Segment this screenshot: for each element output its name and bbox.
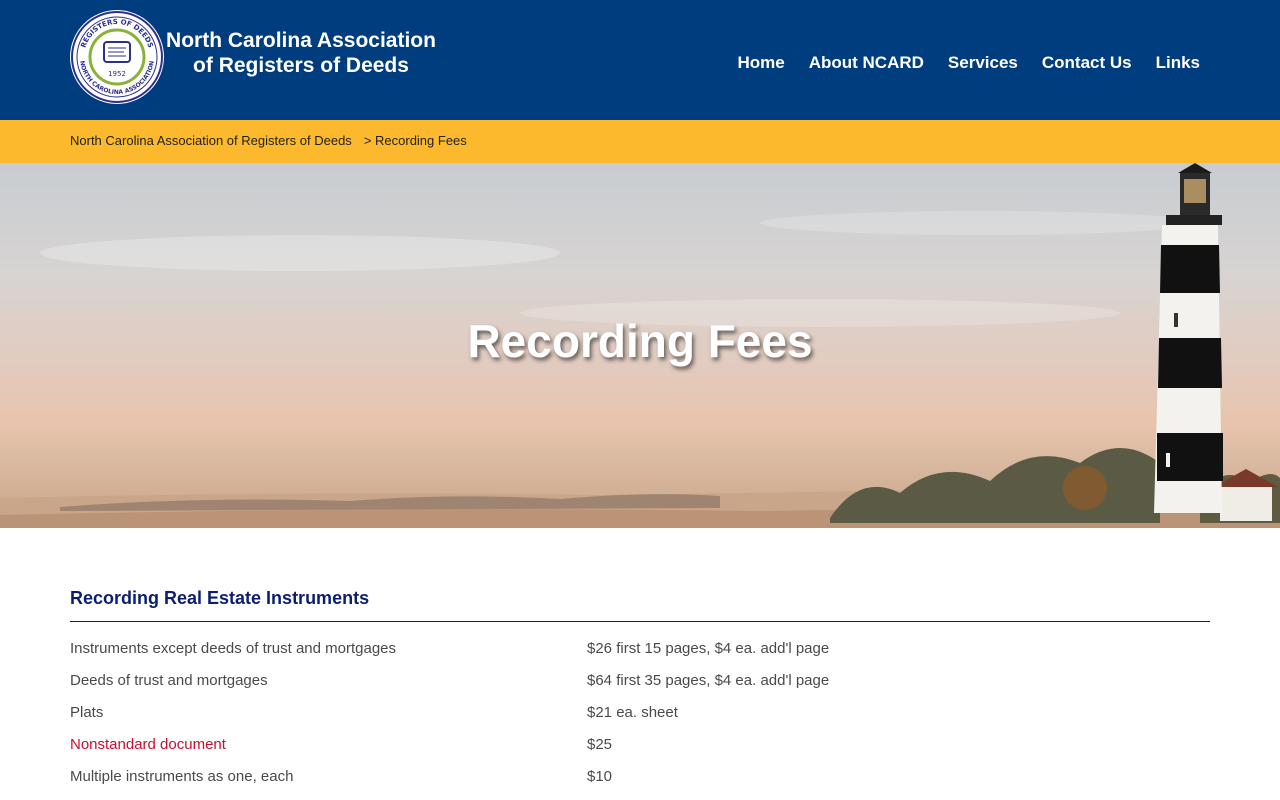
nav-services[interactable]: Services [948,52,1018,74]
fee-row: Instruments except deeds of trust and mo… [70,632,1210,664]
fee-row-value: $21 ea. sheet [587,703,678,721]
breadcrumb-current: > Recording Fees [363,133,467,148]
fee-row-label: Plats [70,703,104,721]
fee-row-value: $25 [587,735,613,753]
nav-links[interactable]: Links [1156,52,1200,74]
fee-row-label: Instruments except deeds of trust and mo… [70,639,397,657]
nav-home[interactable]: Home [737,52,784,74]
nav-about-ncard[interactable]: About NCARD [809,52,924,74]
fee-row: Multiple instruments as one, each $10 [70,760,1210,792]
site-title[interactable]: North Carolina Association of Registers … [166,28,436,78]
fee-row: Plats $21 ea. sheet [70,696,1210,728]
section-divider [70,621,1210,622]
fee-row-label: Deeds of trust and mortgages [70,671,268,689]
site-header: REGISTERS OF DEEDS NORTH CAROLINA ASSOCI… [0,0,1280,120]
breadcrumb-home-link[interactable]: North Carolina Association of Registers … [70,133,352,148]
site-title-line1: North Carolina Association [166,29,436,52]
seal-icon: REGISTERS OF DEEDS NORTH CAROLINA ASSOCI… [71,11,163,103]
page-title: Recording Fees [467,315,813,367]
nav-contact-us[interactable]: Contact Us [1042,52,1132,74]
hero-banner: Recording Fees [0,163,1280,528]
section-title: Recording Real Estate Instruments [70,588,370,608]
seal-year: 1952 [108,70,126,78]
main-nav: Home About NCARD Services Contact Us Lin… [713,52,1200,74]
fee-row-value: $26 first 15 pages, $4 ea. add'l page [587,639,830,657]
association-seal-logo[interactable]: REGISTERS OF DEEDS NORTH CAROLINA ASSOCI… [70,10,164,104]
breadcrumb: North Carolina Association of Registers … [70,133,467,148]
fee-row-label: Multiple instruments as one, each [70,767,294,785]
fee-row-value: $64 first 35 pages, $4 ea. add'l page [587,671,830,689]
breadcrumb-bar: North Carolina Association of Registers … [0,120,1280,163]
fee-row: Nonstandard document $25 [70,728,1210,760]
fee-row: Deeds of trust and mortgages $64 first 3… [70,664,1210,696]
fee-table: Instruments except deeds of trust and mo… [70,632,1210,792]
nonstandard-document-link[interactable]: Nonstandard document [70,736,587,753]
fee-row-value: $10 [587,767,613,785]
site-title-line2: of Registers of Deeds [193,54,409,77]
